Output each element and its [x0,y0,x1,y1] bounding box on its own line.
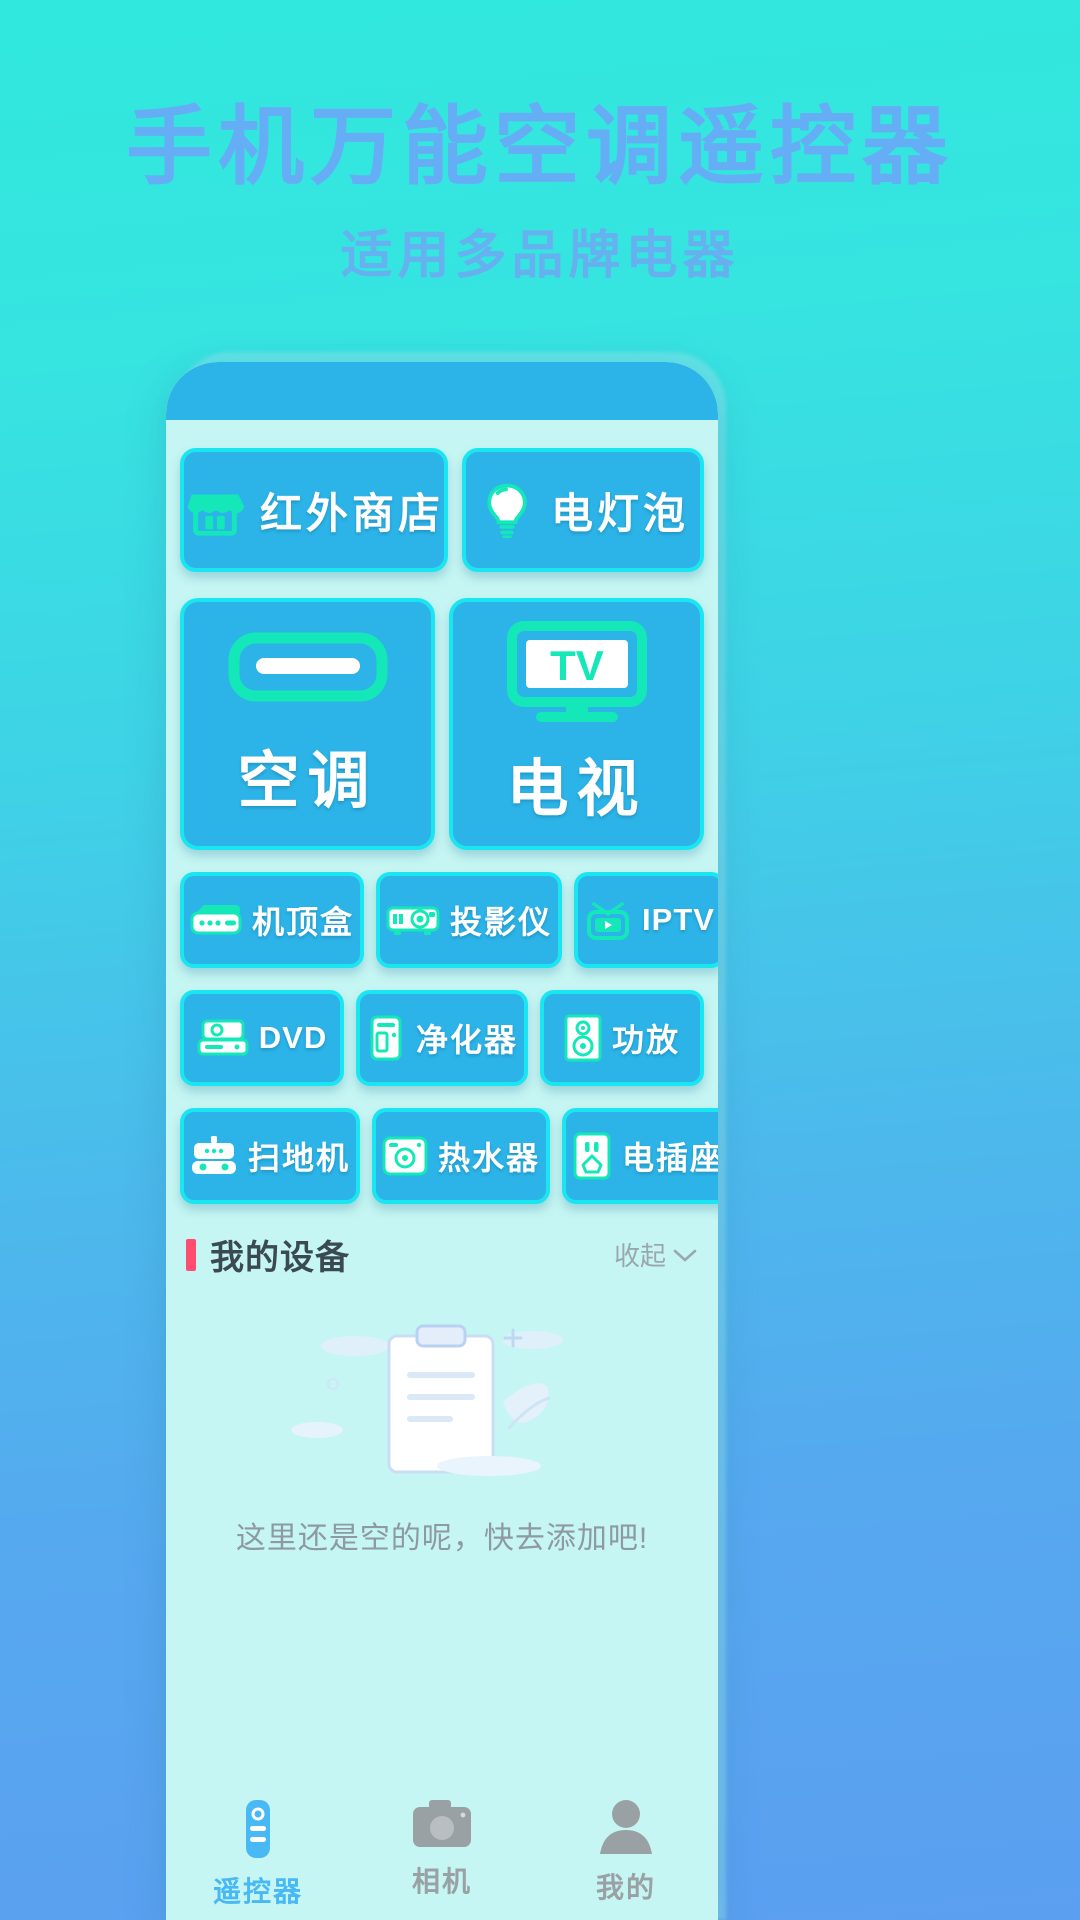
tile-label: 扫地机 [248,1140,351,1176]
small-tile-row-2: DVD 净化器 功放 [180,990,705,1086]
tile-robot-vacuum[interactable]: 扫地机 [180,1108,361,1204]
hero-tile-row: 空调 TV 电视 [180,598,704,850]
small-tile-row-1: 机顶盒 投影仪 IPTV [180,872,718,968]
power-socket-icon [572,1132,612,1180]
water-heater-icon [382,1134,428,1178]
empty-illustration [180,1305,704,1505]
promo-header: 手机万能空调遥控器 适用多品牌电器 [0,0,1080,282]
set-top-box-icon [190,903,242,937]
robot-vacuum-icon [190,1134,238,1178]
shop-icon [184,479,246,541]
tile-label: 热水器 [438,1140,541,1176]
tab-label: 我的 [595,1872,656,1903]
tile-set-top-box[interactable]: 机顶盒 [180,872,365,968]
amplifier-speaker-icon [564,1014,602,1062]
app-screen: 红外商店 电灯泡 空调 TV 电视 机顶盒 投影仪 IPTV DVD 净化器 功… [166,448,718,1920]
empty-state: 这里还是空的呢，快去添加吧! [180,1305,704,1565]
iptv-icon [584,898,632,942]
tile-label: 电插座 [622,1140,718,1176]
tile-projector[interactable]: 投影仪 [376,872,563,968]
tile-label: IPTV [642,902,715,937]
svg-text:TV: TV [550,642,604,689]
tab-label: 遥控器 [212,1876,303,1907]
chevron-down-icon [672,1239,698,1270]
tile-label: 功放 [612,1022,681,1058]
person-icon [598,1798,654,1856]
tile-lightbulb[interactable]: 电灯泡 [462,448,704,572]
air-purifier-icon [366,1015,406,1061]
tile-label: 机顶盒 [252,904,355,940]
tab-profile[interactable]: 我的 [551,1798,701,1906]
tile-label: 空调 [237,747,378,816]
air-conditioner-icon [228,628,388,720]
projector-icon [386,903,440,937]
page-title: 手机万能空调遥控器 [126,99,954,195]
page-subtitle: 适用多品牌电器 [340,227,740,285]
tile-air-purifier[interactable]: 净化器 [356,990,529,1086]
tile-label: 投影仪 [450,904,553,940]
dvd-icon [197,1018,249,1058]
tab-camera[interactable]: 相机 [367,1798,517,1900]
section-title: 我的设备 [210,1239,350,1277]
tile-label: 净化器 [416,1022,519,1058]
collapse-label: 收起 [613,1241,666,1271]
remote-control-icon [236,1798,280,1860]
tile-water-heater[interactable]: 热水器 [372,1108,551,1204]
tile-label: DVD [258,1020,328,1055]
tile-tv[interactable]: TV 电视 [449,598,704,850]
tile-infrared-shop[interactable]: 红外商店 [180,448,449,572]
tab-remote[interactable]: 遥控器 [183,1798,333,1910]
small-tile-row-3: 扫地机 热水器 电插座 [180,1108,718,1204]
tile-iptv[interactable]: IPTV [574,872,718,968]
camera-icon [411,1798,473,1850]
tile-power-socket[interactable]: 电插座 [562,1108,718,1204]
tv-icon: TV [502,620,652,728]
phone-mockup: 红外商店 电灯泡 空调 TV 电视 机顶盒 投影仪 IPTV DVD 净化器 功… [166,362,718,1920]
tile-label: 红外商店 [260,489,445,537]
empty-state-text: 这里还是空的呢，快去添加吧! [235,1522,649,1555]
tab-label: 相机 [411,1866,472,1897]
tile-amplifier[interactable]: 功放 [540,990,705,1086]
collapse-toggle[interactable]: 收起 [614,1236,698,1273]
section-accent-bar [186,1238,196,1271]
tile-dvd[interactable]: DVD [180,990,344,1086]
tile-label: 电视 [506,755,647,824]
top-tile-row: 红外商店 电灯泡 [180,448,704,572]
tile-air-conditioner[interactable]: 空调 [180,598,435,850]
my-devices-header: 我的设备 收起 [180,1230,704,1279]
tile-label: 电灯泡 [551,489,690,537]
lightbulb-icon [477,479,537,541]
bottom-tab-bar: 遥控器 相机 我的 [166,1758,718,1920]
phone-status-bar [166,362,718,420]
